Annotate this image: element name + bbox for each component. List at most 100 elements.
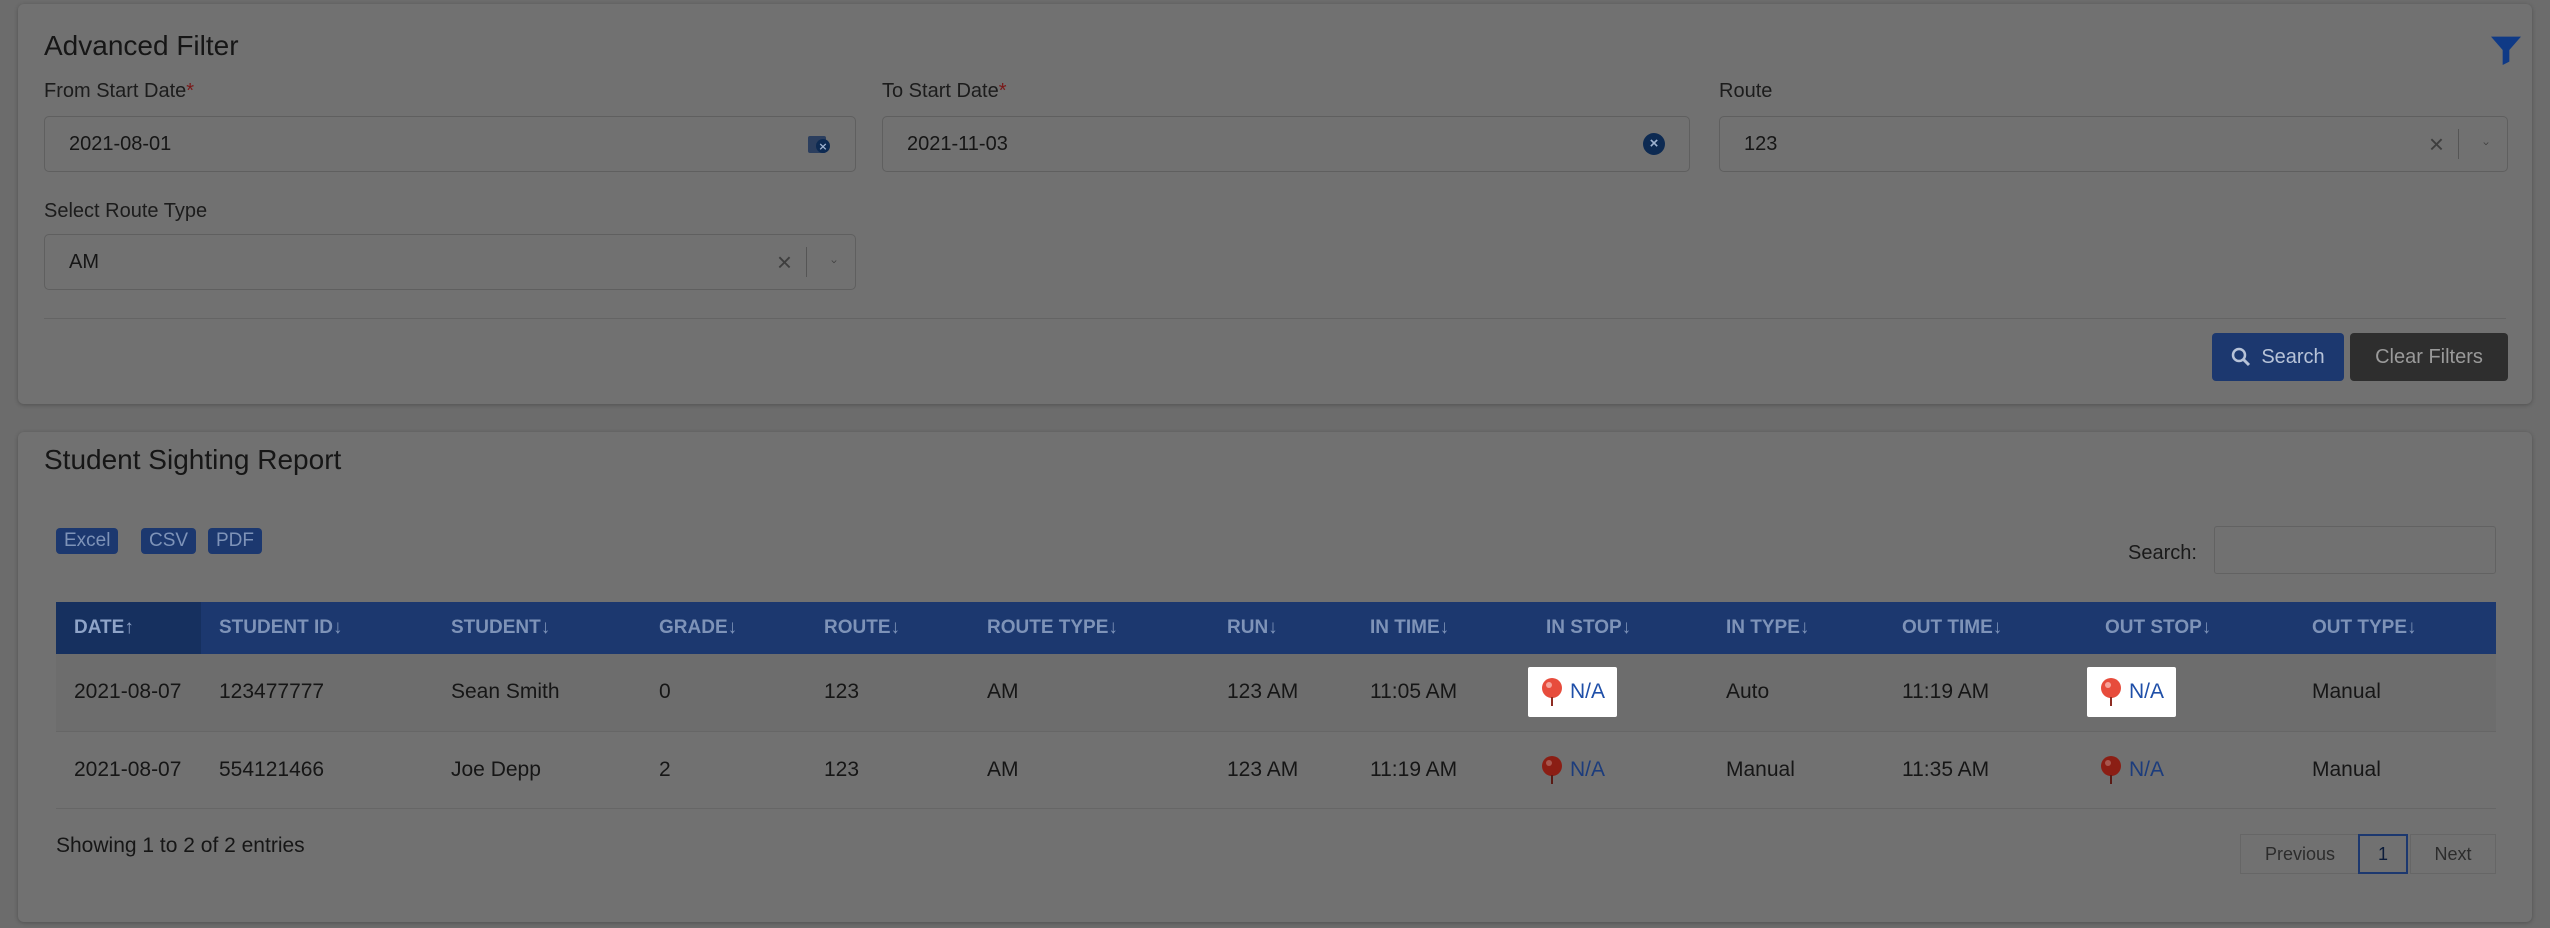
calendar-icon[interactable]: × <box>807 133 831 155</box>
sort-icon: ↓ <box>890 617 901 638</box>
report-title: Student Sighting Report <box>44 444 342 475</box>
route-type-label: Select Route Type <box>44 200 208 222</box>
export-pdf-button[interactable]: PDF <box>208 528 262 554</box>
student-sighting-report-card: Student Sighting Report Excel CSV PDF Se… <box>18 432 2532 922</box>
cell-grade: 2 <box>641 731 806 809</box>
cell-date: 2021-08-07 <box>56 654 201 732</box>
sort-icon: ↓ <box>540 617 551 638</box>
route-type-select-value: AM <box>69 250 99 273</box>
clear-filters-button[interactable]: Clear Filters <box>2350 333 2508 381</box>
pagination-page-1[interactable]: 1 <box>2358 834 2408 874</box>
search-button[interactable]: Search <box>2212 333 2344 381</box>
col-student-id[interactable]: STUDENT ID↓ <box>201 602 433 654</box>
cell-student: Joe Depp <box>433 731 641 809</box>
from-start-date-input[interactable]: 2021-08-01 × <box>44 116 856 172</box>
map-pin-icon <box>2101 755 2121 784</box>
col-route[interactable]: ROUTE↓ <box>806 602 969 654</box>
chevron-down-icon[interactable] <box>807 252 855 272</box>
table-header-row: DATE↑ STUDENT ID↓ STUDENT↓ GRADE↓ ROUTE↓… <box>56 602 2496 654</box>
table-search-label: Search: <box>2128 542 2197 564</box>
in-stop-link[interactable]: N/A <box>1528 745 1617 795</box>
col-in-type[interactable]: IN TYPE↓ <box>1708 602 1884 654</box>
cell-route-type: AM <box>969 654 1209 732</box>
cell-out-stop: N/A <box>2087 731 2294 809</box>
out-stop-link[interactable]: N/A <box>2087 745 2176 795</box>
from-start-date-value: 2021-08-01 <box>69 132 172 155</box>
cell-in-stop: N/A <box>1528 654 1708 732</box>
sort-icon: ↓ <box>2201 617 2212 638</box>
cell-out-type: Manual <box>2294 731 2496 809</box>
clear-date-icon[interactable]: × <box>1643 133 1665 155</box>
advanced-filter-card: Advanced Filter From Start Date* 2021-08… <box>18 4 2532 404</box>
cell-route-type: AM <box>969 731 1209 809</box>
col-grade[interactable]: GRADE↓ <box>641 602 806 654</box>
route-label: Route <box>1719 80 1773 102</box>
cell-student: Sean Smith <box>433 654 641 732</box>
pagination-next[interactable]: Next <box>2410 834 2496 874</box>
cell-in-stop: N/A <box>1528 731 1708 809</box>
cell-in-time: 11:05 AM <box>1352 654 1528 732</box>
report-table: DATE↑ STUDENT ID↓ STUDENT↓ GRADE↓ ROUTE↓… <box>56 602 2496 809</box>
table-search-input[interactable] <box>2214 526 2496 574</box>
col-route-type[interactable]: ROUTE TYPE↓ <box>969 602 1209 654</box>
route-type-select[interactable]: AM × <box>44 234 856 290</box>
export-excel-button[interactable]: Excel <box>56 528 119 554</box>
cell-run: 123 AM <box>1209 654 1352 732</box>
cell-date: 2021-08-07 <box>56 731 201 809</box>
cell-out-time: 11:35 AM <box>1884 731 2087 809</box>
from-start-date-label: From Start Date* <box>44 80 195 102</box>
pagination-previous[interactable]: Previous <box>2240 834 2360 874</box>
filter-divider <box>44 318 2506 319</box>
cell-run: 123 AM <box>1209 731 1352 809</box>
route-select[interactable]: 123 × <box>1719 116 2508 172</box>
svg-text:×: × <box>818 140 827 153</box>
sort-icon: ↓ <box>1621 617 1632 638</box>
cell-in-time: 11:19 AM <box>1352 731 1528 809</box>
chevron-down-icon[interactable] <box>2459 134 2507 154</box>
col-in-stop[interactable]: IN STOP↓ <box>1528 602 1708 654</box>
sort-icon: ↓ <box>1268 617 1278 638</box>
in-stop-link[interactable]: N/A <box>1528 667 1618 718</box>
col-student[interactable]: STUDENT↓ <box>433 602 641 654</box>
table-info: Showing 1 to 2 of 2 entries <box>56 834 305 857</box>
sort-asc-icon: ↑ <box>124 617 134 638</box>
col-out-time[interactable]: OUT TIME↓ <box>1884 602 2087 654</box>
col-out-type[interactable]: OUT TYPE↓ <box>2294 602 2496 654</box>
col-in-time[interactable]: IN TIME↓ <box>1352 602 1528 654</box>
cell-out-time: 11:19 AM <box>1884 654 2087 732</box>
search-button-label: Search <box>2261 345 2325 368</box>
sort-icon: ↓ <box>1992 617 2003 638</box>
sort-icon: ↓ <box>1108 617 1118 638</box>
table-row: 2021-08-07 123477777 Sean Smith 0 123 AM… <box>56 654 2496 732</box>
table-row: 2021-08-07 554121466 Joe Depp 2 123 AM 1… <box>56 731 2496 809</box>
cell-student-id: 554121466 <box>201 731 433 809</box>
cell-route: 123 <box>806 654 969 732</box>
filter-funnel-icon[interactable] <box>2486 30 2526 70</box>
col-date[interactable]: DATE↑ <box>56 602 201 654</box>
out-stop-link[interactable]: N/A <box>2087 667 2177 718</box>
export-csv-button[interactable]: CSV <box>141 528 197 554</box>
route-select-value: 123 <box>1744 132 1778 155</box>
map-pin-icon <box>2101 678 2121 707</box>
advanced-filter-title: Advanced Filter <box>44 30 239 61</box>
to-start-date-value: 2021-11-03 <box>907 132 1008 155</box>
map-pin-icon <box>1542 755 1562 784</box>
sort-icon: ↓ <box>333 617 343 638</box>
cell-grade: 0 <box>641 654 806 732</box>
cell-in-type: Auto <box>1708 654 1884 732</box>
cell-route: 123 <box>806 731 969 809</box>
sort-icon: ↓ <box>727 617 738 638</box>
sort-icon: ↓ <box>1799 617 1810 638</box>
to-start-date-input[interactable]: 2021-11-03 × <box>882 116 1690 172</box>
cell-student-id: 123477777 <box>201 654 433 732</box>
sort-icon: ↓ <box>1439 617 1450 638</box>
cell-out-type: Manual <box>2294 654 2496 732</box>
col-out-stop[interactable]: OUT STOP↓ <box>2087 602 2294 654</box>
col-run[interactable]: RUN↓ <box>1209 602 1352 654</box>
route-clear-icon[interactable]: × <box>2415 129 2458 160</box>
cell-in-type: Manual <box>1708 731 1884 809</box>
route-type-clear-icon[interactable]: × <box>763 247 806 278</box>
map-pin-icon <box>1542 678 1562 707</box>
to-start-date-label: To Start Date* <box>882 80 1007 102</box>
sort-icon: ↓ <box>2407 617 2417 638</box>
